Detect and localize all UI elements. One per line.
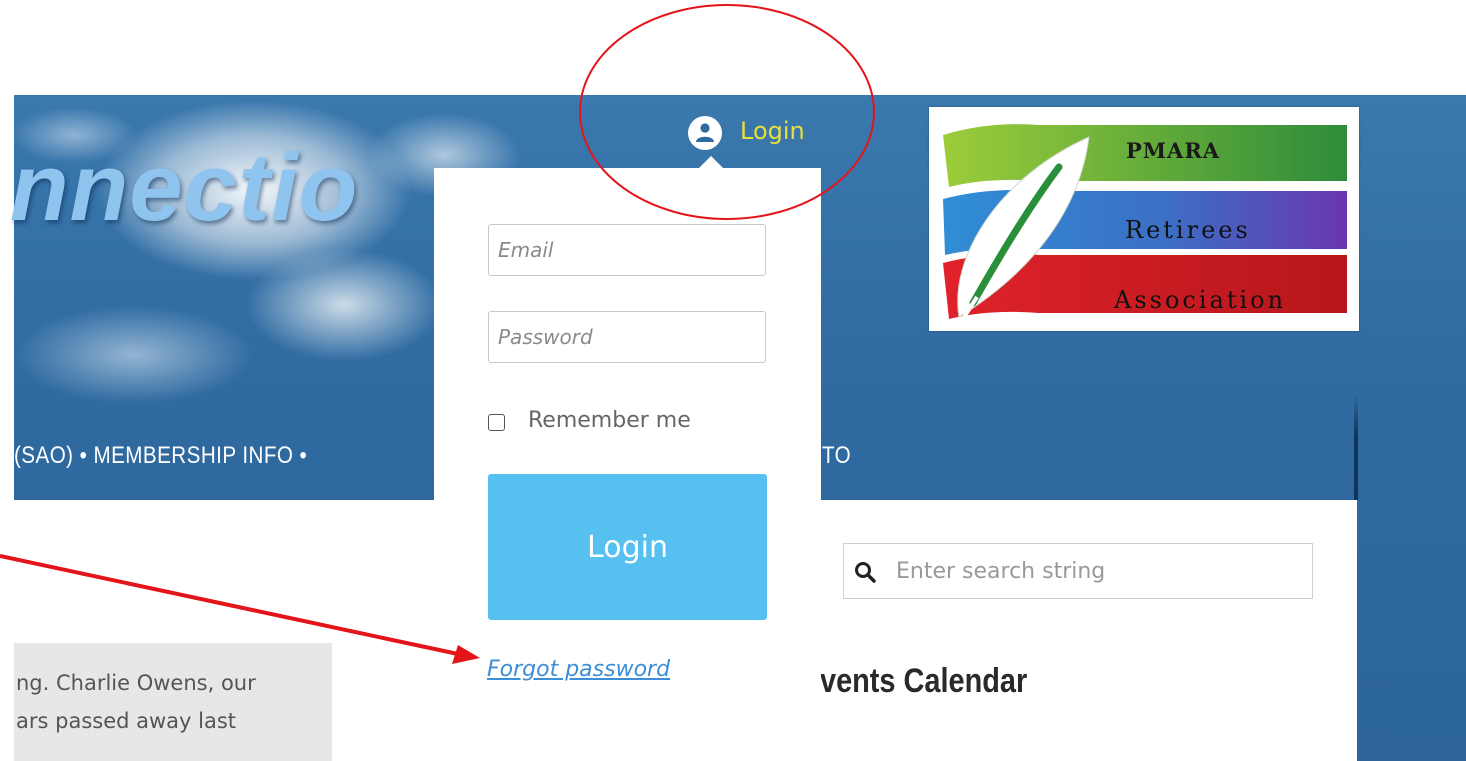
search-icon — [855, 562, 876, 583]
logo-line-pmara: PMARA — [1126, 138, 1221, 163]
remember-me-checkbox[interactable] — [488, 414, 505, 431]
password-field[interactable] — [488, 311, 766, 363]
nav-items-left[interactable]: (SAO) • MEMBERSHIP INFO • — [14, 442, 307, 470]
news-line: ng. Charlie Owens, our — [16, 671, 256, 695]
email-field[interactable] — [488, 224, 766, 276]
logo-line-retirees: Retirees — [1125, 216, 1251, 244]
login-link-label: Login — [740, 117, 805, 145]
nav-divider — [1354, 395, 1358, 500]
logo-line-association: Association — [1114, 286, 1287, 314]
remember-me-label: Remember me — [528, 408, 691, 433]
login-submit-button[interactable]: Login — [488, 474, 767, 620]
events-calendar-heading: vents Calendar — [820, 662, 1028, 700]
pmara-logo[interactable]: PMARA Retirees Association — [929, 107, 1359, 331]
news-line: ars passed away last — [16, 709, 237, 733]
page: nnectio PMARA Retirees Association (SAO)… — [0, 0, 1466, 761]
news-excerpt: ng. Charlie Owens, our ars passed away l… — [16, 664, 332, 740]
dropdown-caret — [698, 156, 724, 169]
search-box — [843, 543, 1313, 599]
user-icon — [688, 116, 722, 150]
site-title: nnectio — [10, 134, 359, 241]
search-input[interactable] — [896, 552, 1301, 590]
forgot-password-link[interactable]: Forgot password — [487, 657, 670, 682]
